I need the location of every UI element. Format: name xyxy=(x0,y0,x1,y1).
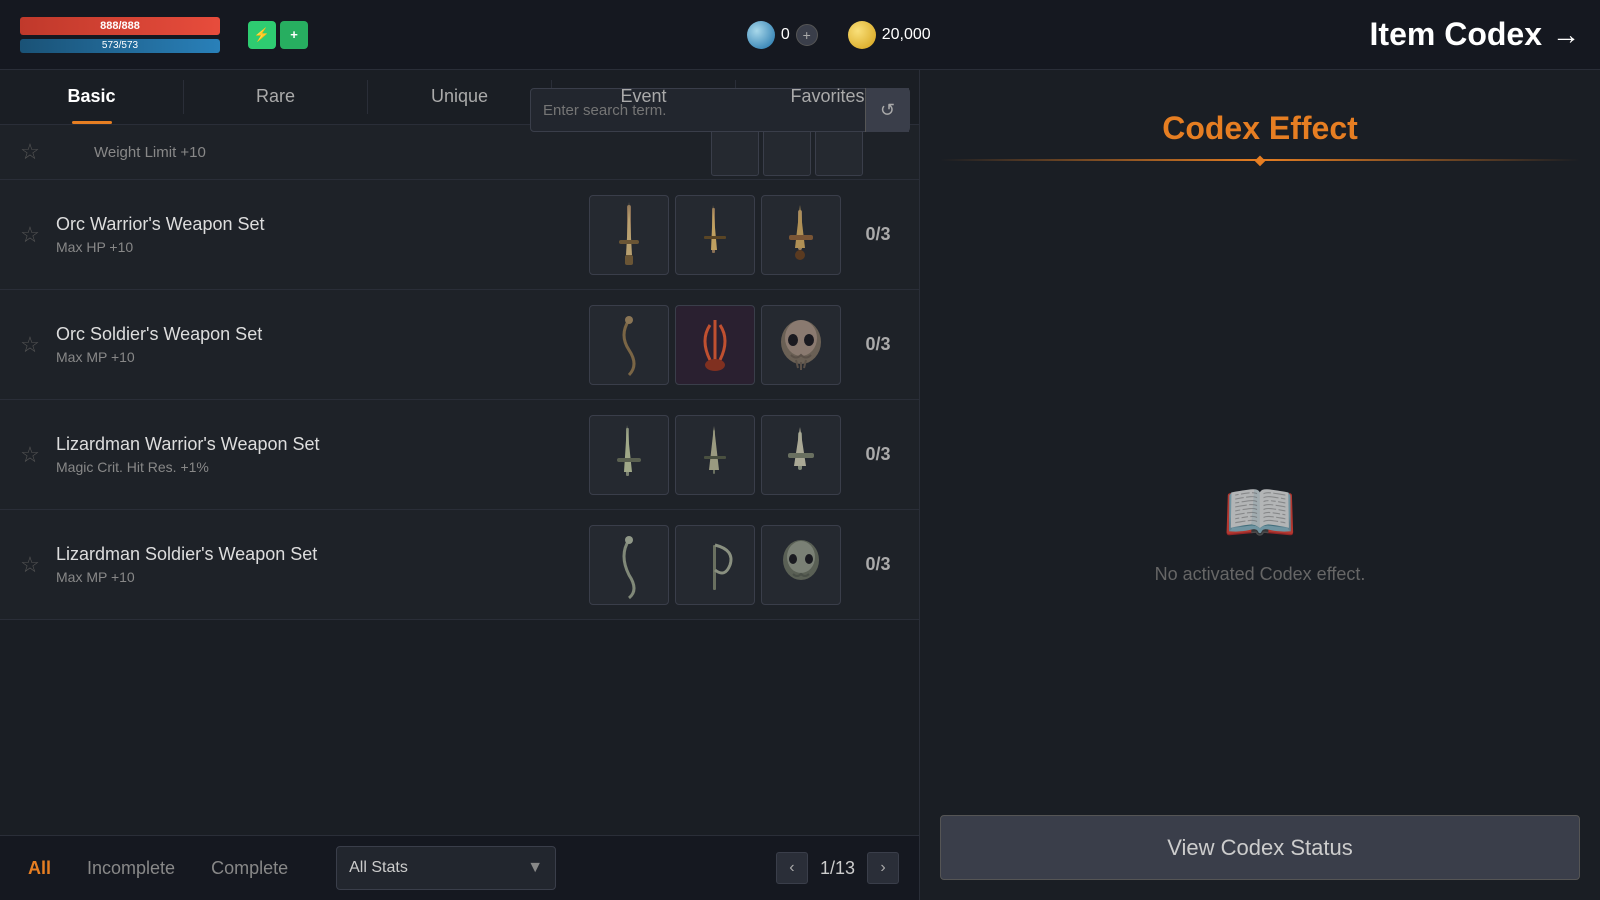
list-item[interactable]: ☆ Orc Soldier's Weapon Set Max MP +10 xyxy=(0,290,919,400)
list-item[interactable]: ☆ Lizardman Warrior's Weapon Set Magic C… xyxy=(0,400,919,510)
mp-value: 573/573 xyxy=(20,39,220,53)
item-stat: Magic Crit. Hit Res. +1% xyxy=(56,459,577,475)
partial-row-text: Weight Limit +10 xyxy=(94,144,206,161)
item-stat: Max MP +10 xyxy=(56,349,577,365)
item-count: 0/3 xyxy=(853,334,903,355)
codex-effect-title: Codex Effect xyxy=(1162,110,1358,147)
tab-unique[interactable]: Unique xyxy=(368,70,551,124)
item-image-2 xyxy=(675,305,755,385)
codex-divider xyxy=(940,159,1580,161)
item-image-1 xyxy=(589,415,669,495)
item-image-1 xyxy=(589,525,669,605)
partial-row-images xyxy=(711,128,863,176)
gem-count: 0 xyxy=(781,26,790,44)
currency-area: 0 + 20,000 xyxy=(308,21,1370,49)
item-images xyxy=(589,195,841,275)
item-image-3 xyxy=(761,305,841,385)
item-name: Lizardman Soldier's Weapon Set xyxy=(56,544,577,565)
left-panel: Basic Rare Unique Event Favorites ☆ xyxy=(0,70,920,900)
coin-icon xyxy=(848,21,876,49)
filter-all-tab[interactable]: All xyxy=(20,854,59,883)
item-name: Orc Soldier's Weapon Set xyxy=(56,324,577,345)
filter-complete-tab[interactable]: Complete xyxy=(203,854,296,883)
health-bars: 888/888 573/573 xyxy=(20,17,240,53)
view-codex-status-button[interactable]: View Codex Status xyxy=(940,815,1580,880)
tab-favorites[interactable]: Favorites xyxy=(736,70,919,124)
item-stat: Max MP +10 xyxy=(56,569,577,585)
item-count: 0/3 xyxy=(853,224,903,245)
main-layout: Basic Rare Unique Event Favorites ☆ xyxy=(0,70,1600,900)
item-image-1 xyxy=(589,305,669,385)
gem-currency: 0 + xyxy=(747,21,818,49)
item-images xyxy=(589,525,841,605)
title-arrow-icon: → xyxy=(1552,19,1580,51)
hp-value: 888/888 xyxy=(20,17,220,35)
list-item[interactable]: ☆ Orc Warrior's Weapon Set Max HP +10 xyxy=(0,180,919,290)
book-icon: 📖 xyxy=(1223,477,1298,548)
item-image-3 xyxy=(761,195,841,275)
filter-incomplete-tab[interactable]: Incomplete xyxy=(79,854,183,883)
item-info: Orc Soldier's Weapon Set Max MP +10 xyxy=(56,324,577,365)
item-info: Lizardman Warrior's Weapon Set Magic Cri… xyxy=(56,434,577,475)
item-count: 0/3 xyxy=(853,444,903,465)
gem-icon xyxy=(747,21,775,49)
partial-thumb-1 xyxy=(711,128,759,176)
bottom-bar: All Incomplete Complete All Stats ▼ ‹ 1/… xyxy=(0,835,919,900)
codex-empty-text: No activated Codex effect. xyxy=(1155,564,1366,585)
partial-thumb-3 xyxy=(815,128,863,176)
item-image-2 xyxy=(675,525,755,605)
item-image-2 xyxy=(675,415,755,495)
favorite-button[interactable]: ☆ xyxy=(16,221,44,249)
tab-rare[interactable]: Rare xyxy=(184,70,367,124)
tab-event[interactable]: Event xyxy=(552,70,735,124)
stats-dropdown-label: All Stats xyxy=(349,859,408,877)
page-title: Item Codex xyxy=(1370,16,1542,53)
codex-empty-state: 📖 No activated Codex effect. xyxy=(1155,181,1366,880)
stats-dropdown[interactable]: All Stats ▼ xyxy=(336,846,556,890)
item-image-3 xyxy=(761,415,841,495)
right-panel: Codex Effect 📖 No activated Codex effect… xyxy=(920,70,1600,900)
add-gem-button[interactable]: + xyxy=(796,24,818,46)
coin-currency: 20,000 xyxy=(848,21,931,49)
item-stat: Max HP +10 xyxy=(56,239,577,255)
pagination: ‹ 1/13 › xyxy=(776,852,899,884)
item-image-2 xyxy=(675,195,755,275)
item-name: Orc Warrior's Weapon Set xyxy=(56,214,577,235)
next-page-button[interactable]: › xyxy=(867,852,899,884)
coin-count: 20,000 xyxy=(882,26,931,44)
favorite-button[interactable]: ☆ xyxy=(16,441,44,469)
partial-row[interactable]: ☆ Weight Limit +10 xyxy=(0,125,919,180)
prev-page-button[interactable]: ‹ xyxy=(776,852,808,884)
page-number: 1/13 xyxy=(820,858,855,879)
item-list: ☆ Weight Limit +10 ☆ Orc Warrior's Weapo… xyxy=(0,125,919,835)
item-image-1 xyxy=(589,195,669,275)
hp-bar: 888/888 xyxy=(20,17,220,35)
item-count: 0/3 xyxy=(853,554,903,575)
item-name: Lizardman Warrior's Weapon Set xyxy=(56,434,577,455)
item-images xyxy=(589,305,841,385)
list-item[interactable]: ☆ Lizardman Soldier's Weapon Set Max MP … xyxy=(0,510,919,620)
page-title-area: Item Codex → xyxy=(1370,16,1580,53)
item-images xyxy=(589,415,841,495)
favorite-button[interactable]: ☆ xyxy=(16,331,44,359)
partial-thumb-2 xyxy=(763,128,811,176)
item-image-3 xyxy=(761,525,841,605)
buff-icon-2: + xyxy=(280,21,308,49)
favorite-button[interactable]: ☆ xyxy=(16,551,44,579)
item-info: Orc Warrior's Weapon Set Max HP +10 xyxy=(56,214,577,255)
buff-icons: ⚡ + xyxy=(248,21,308,49)
item-info: Lizardman Soldier's Weapon Set Max MP +1… xyxy=(56,544,577,585)
chevron-down-icon: ▼ xyxy=(527,859,543,877)
tab-basic[interactable]: Basic xyxy=(0,70,183,124)
buff-icon-1: ⚡ xyxy=(248,21,276,49)
partial-star-button[interactable]: ☆ xyxy=(16,138,44,166)
tabs: Basic Rare Unique Event Favorites xyxy=(0,70,919,125)
top-bar: 888/888 573/573 ⚡ + 0 + 20,000 Item Code… xyxy=(0,0,1600,70)
mp-bar: 573/573 xyxy=(20,39,220,53)
